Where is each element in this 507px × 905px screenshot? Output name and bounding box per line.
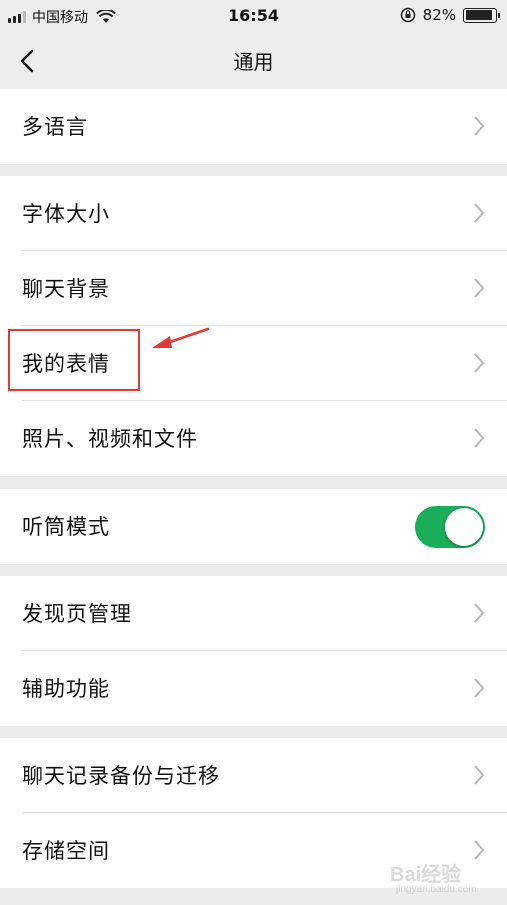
settings-row-earpiece-mode: 听筒模式 bbox=[0, 489, 507, 564]
settings-row-language[interactable]: 多语言 bbox=[0, 89, 507, 164]
row-label: 存储空间 bbox=[22, 839, 110, 863]
settings-row-discover-management[interactable]: 发现页管理 bbox=[0, 576, 507, 651]
annotation-arrow-icon bbox=[152, 327, 210, 348]
settings-row-font-size[interactable]: 字体大小 bbox=[0, 176, 507, 251]
page-title: 通用 bbox=[233, 50, 274, 74]
baidu-jingyan-watermark: Bai经验 jingyan.baidu.com bbox=[390, 850, 500, 900]
status-right: 82% bbox=[400, 6, 500, 24]
status-bar: 中国移动 16:54 82% bbox=[0, 0, 507, 33]
battery-icon bbox=[463, 7, 500, 23]
watermark-brand: Bai经验 bbox=[390, 864, 462, 886]
row-label: 照片、视频和文件 bbox=[22, 427, 198, 451]
chevron-right-icon bbox=[474, 428, 485, 448]
battery-percent: 82% bbox=[422, 6, 456, 24]
chevron-right-icon bbox=[474, 678, 485, 698]
row-label: 聊天记录备份与迁移 bbox=[22, 764, 220, 788]
row-label: 听筒模式 bbox=[22, 515, 110, 539]
chevron-right-icon bbox=[474, 353, 485, 373]
chevron-right-icon bbox=[474, 278, 485, 298]
nav-bar: 通用 bbox=[0, 33, 507, 89]
annotation-highlight-box bbox=[8, 329, 140, 391]
rotation-lock-icon bbox=[400, 7, 415, 23]
chevron-right-icon bbox=[474, 203, 485, 223]
chevron-right-icon bbox=[474, 603, 485, 623]
row-label: 多语言 bbox=[22, 115, 88, 139]
row-label: 字体大小 bbox=[22, 202, 110, 226]
settings-row-chat-background[interactable]: 聊天背景 bbox=[0, 251, 507, 326]
toggle-knob bbox=[445, 508, 483, 546]
watermark-sub: jingyan.baidu.com bbox=[396, 884, 477, 895]
row-label: 辅助功能 bbox=[22, 677, 110, 701]
chevron-right-icon bbox=[474, 116, 485, 136]
earpiece-mode-toggle[interactable] bbox=[415, 506, 485, 548]
row-label: 聊天背景 bbox=[22, 277, 110, 301]
settings-row-photos-videos-files[interactable]: 照片、视频和文件 bbox=[0, 401, 507, 476]
chevron-right-icon bbox=[474, 765, 485, 785]
settings-row-accessibility[interactable]: 辅助功能 bbox=[0, 651, 507, 726]
row-label: 发现页管理 bbox=[22, 602, 132, 626]
settings-row-chat-backup-migrate[interactable]: 聊天记录备份与迁移 bbox=[0, 738, 507, 813]
